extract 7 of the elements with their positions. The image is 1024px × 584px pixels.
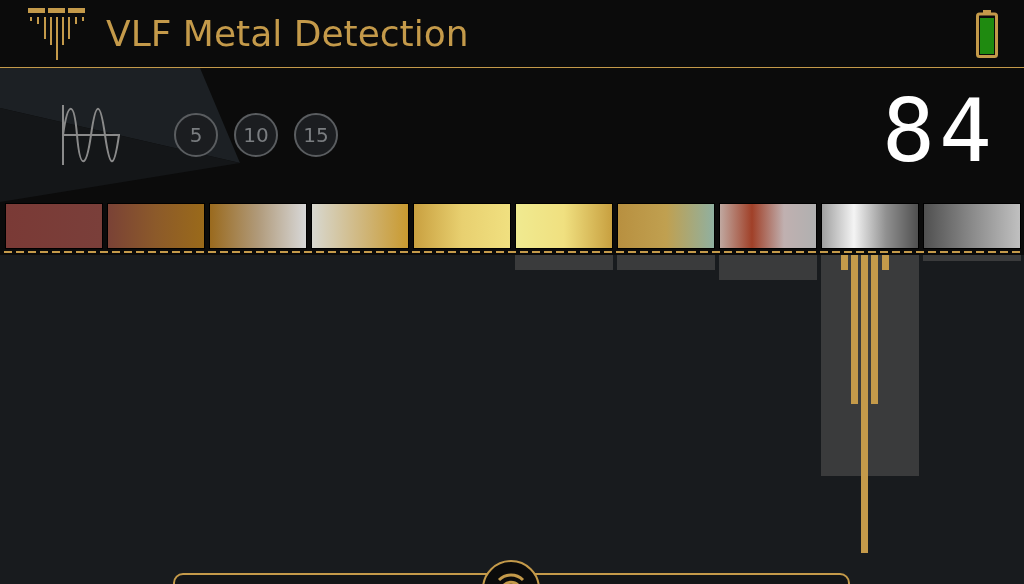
waveform-icon bbox=[60, 105, 122, 165]
filter-button[interactable]: 15 bbox=[294, 113, 338, 157]
logo-icon bbox=[28, 7, 86, 60]
depth-reading: 84 bbox=[882, 87, 996, 175]
battery-icon bbox=[976, 9, 998, 58]
app-title: VLF Metal Detection bbox=[106, 13, 470, 54]
filter-button[interactable]: 10 bbox=[234, 113, 278, 157]
